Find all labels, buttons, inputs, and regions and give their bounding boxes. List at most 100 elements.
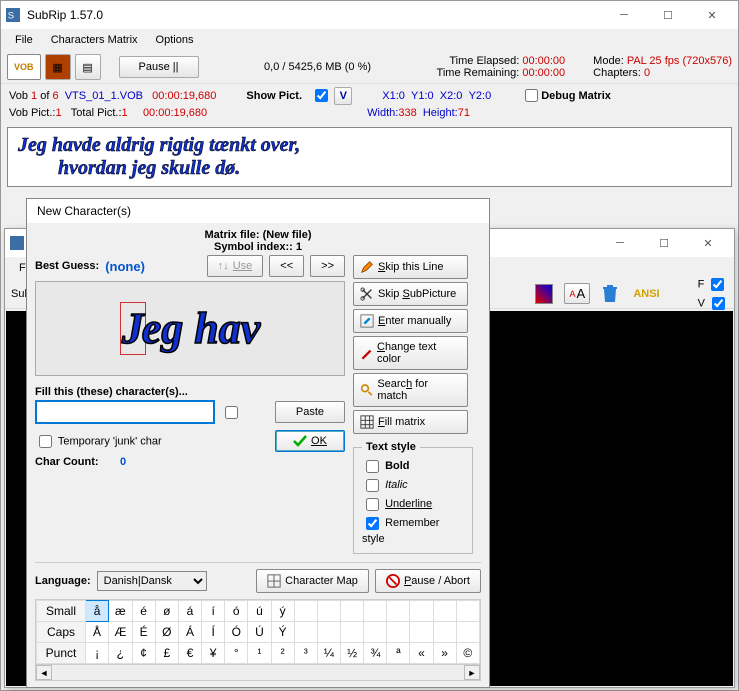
char-cell[interactable]: € [178, 643, 201, 664]
italic-option[interactable]: Italic [362, 479, 408, 491]
scroll-left-button[interactable]: ◄ [36, 665, 52, 680]
font-size-button[interactable]: AA [564, 283, 590, 304]
char-cell[interactable]: ² [271, 643, 294, 664]
view-button[interactable]: V [334, 87, 352, 105]
vob-file: VTS_01_1.VOB [65, 90, 143, 102]
char-cell[interactable]: å [85, 601, 108, 622]
chapters-value: 0 [644, 67, 650, 79]
vob-icon-button[interactable]: VOB [7, 54, 41, 80]
secondary-close-button[interactable]: ✕ [686, 229, 730, 257]
underline-checkbox[interactable] [366, 498, 379, 511]
italic-checkbox[interactable] [366, 479, 379, 492]
char-cell[interactable]: Á [178, 622, 201, 643]
char-cell[interactable]: Í [202, 622, 225, 643]
row-label-caps: Caps [37, 622, 86, 643]
fill-characters-input[interactable] [35, 400, 215, 424]
enter-manually-button[interactable]: Enter manually [353, 309, 468, 333]
char-cell[interactable]: £ [155, 643, 178, 664]
char-cell[interactable]: ¿ [109, 643, 132, 664]
debug-matrix-checkbox[interactable] [525, 89, 538, 102]
page-icon[interactable] [535, 284, 553, 304]
skip-line-button[interactable]: Skip this Line [353, 255, 468, 279]
char-cell[interactable]: Ó [225, 622, 248, 643]
paste-button[interactable]: Paste [275, 401, 345, 423]
scroll-right-button[interactable]: ► [464, 665, 480, 680]
char-cell[interactable]: É [132, 622, 155, 643]
temp-junk-label[interactable]: Temporary 'junk' char [35, 432, 162, 451]
coord-width-val: 338 [398, 107, 416, 119]
film-icon-button[interactable]: ▦ [45, 54, 71, 80]
remember-style-option[interactable]: Remember style [362, 517, 439, 545]
char-cell[interactable]: ¼ [317, 643, 340, 664]
next-button[interactable]: >> [310, 255, 345, 277]
grid-icon-button[interactable]: ▤ [75, 54, 101, 80]
menu-characters-matrix[interactable]: Characters Matrix [43, 31, 146, 49]
char-cell[interactable]: ¾ [364, 643, 387, 664]
char-cell[interactable]: ¢ [132, 643, 155, 664]
pause-button[interactable]: Pause || [119, 56, 199, 78]
debug-matrix-label: Debug Matrix [541, 90, 611, 102]
vob-of: of [40, 90, 49, 102]
remember-style-checkbox[interactable] [366, 517, 379, 530]
prev-button[interactable]: << [269, 255, 304, 277]
char-cell[interactable]: « [410, 643, 433, 664]
bold-checkbox[interactable] [366, 460, 379, 473]
f-checkbox[interactable] [711, 278, 724, 291]
char-cell[interactable]: ª [387, 643, 410, 664]
maximize-button[interactable]: ☐ [646, 1, 690, 29]
time-remaining-label: Time Remaining: [437, 67, 520, 79]
char-cell[interactable]: ³ [294, 643, 317, 664]
secondary-minimize-button[interactable]: ─ [598, 229, 642, 257]
menu-options[interactable]: Options [148, 31, 202, 49]
char-grid-scrollbar: ◄ ► [36, 664, 480, 680]
char-cell[interactable]: í [202, 601, 225, 622]
char-cell[interactable]: Å [85, 622, 108, 643]
preview-text: eg hav [142, 303, 261, 354]
char-cell[interactable]: ° [225, 643, 248, 664]
secondary-app-icon [9, 235, 25, 251]
char-cell[interactable]: ¹ [248, 643, 271, 664]
char-cell[interactable]: ú [248, 601, 271, 622]
mode-label: Mode: [593, 55, 624, 67]
chapters-label: Chapters: [593, 67, 641, 79]
char-cell[interactable]: æ [109, 601, 132, 622]
use-button[interactable]: ↑↓ Use [207, 255, 264, 277]
close-button[interactable]: ✕ [690, 1, 734, 29]
show-pict-checkbox[interactable] [315, 89, 328, 102]
char-cell[interactable]: Ø [155, 622, 178, 643]
change-text-color-button[interactable]: Change text color [353, 336, 468, 370]
bold-option[interactable]: Bold [362, 460, 410, 472]
row-label-small: Small [37, 601, 86, 622]
char-cell[interactable]: Ý [271, 622, 294, 643]
fill-extra-checkbox[interactable] [225, 406, 238, 419]
search-for-match-button[interactable]: Search for match [353, 373, 468, 407]
temp-junk-checkbox[interactable] [39, 435, 52, 448]
char-cell[interactable]: é [132, 601, 155, 622]
char-cell[interactable]: Æ [109, 622, 132, 643]
char-cell[interactable]: ø [155, 601, 178, 622]
char-cell[interactable]: ¥ [202, 643, 225, 664]
best-guess-label: Best Guess: [35, 260, 99, 272]
char-cell[interactable]: ó [225, 601, 248, 622]
pause-abort-button[interactable]: Pause / Abort [375, 569, 481, 593]
character-map-button[interactable]: Character Map [256, 569, 369, 593]
char-cell[interactable]: á [178, 601, 201, 622]
secondary-maximize-button[interactable]: ☐ [642, 229, 686, 257]
underline-option[interactable]: Underline [362, 498, 432, 510]
skip-subpicture-button[interactable]: Skip SubPicture [353, 282, 468, 306]
char-cell[interactable]: Ú [248, 622, 271, 643]
ok-button[interactable]: OK [275, 430, 345, 452]
char-cell[interactable]: ½ [340, 643, 363, 664]
char-cell[interactable]: ¡ [85, 643, 108, 664]
v-checkbox[interactable] [712, 297, 725, 310]
menu-file[interactable]: File [7, 31, 41, 49]
trash-icon[interactable] [601, 284, 619, 304]
minimize-button[interactable]: ─ [602, 1, 646, 29]
character-preview: J eg hav [35, 281, 345, 376]
vob-label: Vob [9, 90, 28, 102]
char-cell[interactable]: » [433, 643, 456, 664]
fill-matrix-button[interactable]: Fill matrix [353, 410, 468, 434]
language-select[interactable]: Danish|Dansk [97, 571, 207, 591]
char-cell[interactable]: © [456, 643, 479, 664]
char-cell[interactable]: ý [271, 601, 294, 622]
